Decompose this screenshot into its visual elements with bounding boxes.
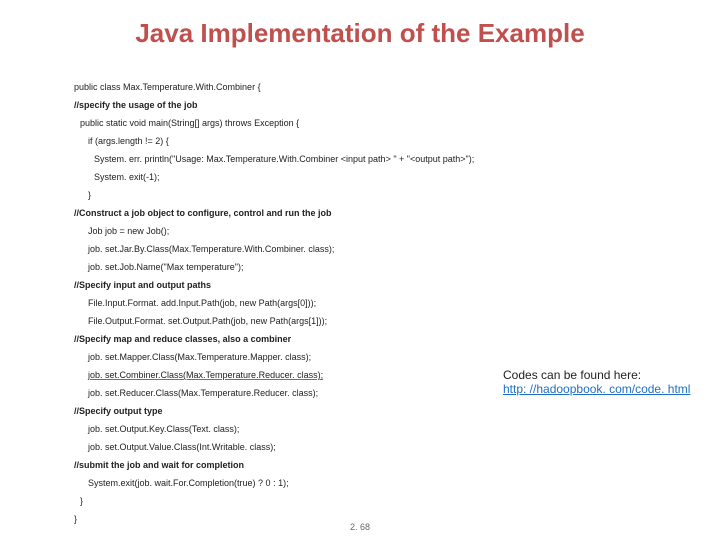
code-line: job. set.Output.Key.Class(Text. class);: [74, 420, 574, 438]
code-comment: //Specify input and output paths: [74, 276, 574, 294]
code-line: File.Output.Format. set.Output.Path(job,…: [74, 312, 574, 330]
code-comment: //specify the usage of the job: [74, 96, 574, 114]
code-line: public static void main(String[] args) t…: [74, 114, 574, 132]
code-line: File.Input.Format. add.Input.Path(job, n…: [74, 294, 574, 312]
aside-note: Codes can be found here: http: //hadoopb…: [503, 368, 708, 396]
code-line: System. exit(-1);: [74, 168, 574, 186]
code-line: }: [74, 186, 574, 204]
code-line: public class Max.Temperature.With.Combin…: [74, 78, 574, 96]
slide-title: Java Implementation of the Example: [0, 0, 720, 59]
code-line: job. set.Output.Value.Class(Int.Writable…: [74, 438, 574, 456]
code-line: }: [74, 492, 574, 510]
code-line: System. err. println("Usage: Max.Tempera…: [74, 150, 574, 168]
code-comment: //Specify map and reduce classes, also a…: [74, 330, 574, 348]
code-line: job. set.Job.Name("Max temperature");: [74, 258, 574, 276]
code-comment: //Specify output type: [74, 402, 574, 420]
page-number: 2. 68: [0, 522, 720, 532]
code-comment: //Construct a job object to configure, c…: [74, 204, 574, 222]
code-line: job. set.Reducer.Class(Max.Temperature.R…: [74, 384, 574, 402]
code-block: public class Max.Temperature.With.Combin…: [74, 78, 574, 528]
aside-text: Codes can be found here:: [503, 368, 641, 382]
code-line-highlighted: job. set.Combiner.Class(Max.Temperature.…: [74, 366, 574, 384]
code-line: if (args.length != 2) {: [74, 132, 574, 150]
code-line: job. set.Mapper.Class(Max.Temperature.Ma…: [74, 348, 574, 366]
code-line: job. set.Jar.By.Class(Max.Temperature.Wi…: [74, 240, 574, 258]
code-comment: //submit the job and wait for completion: [74, 456, 574, 474]
code-line: Job job = new Job();: [74, 222, 574, 240]
code-line: System.exit(job. wait.For.Completion(tru…: [74, 474, 574, 492]
aside-link[interactable]: http: //hadoopbook. com/code. html: [503, 382, 690, 396]
